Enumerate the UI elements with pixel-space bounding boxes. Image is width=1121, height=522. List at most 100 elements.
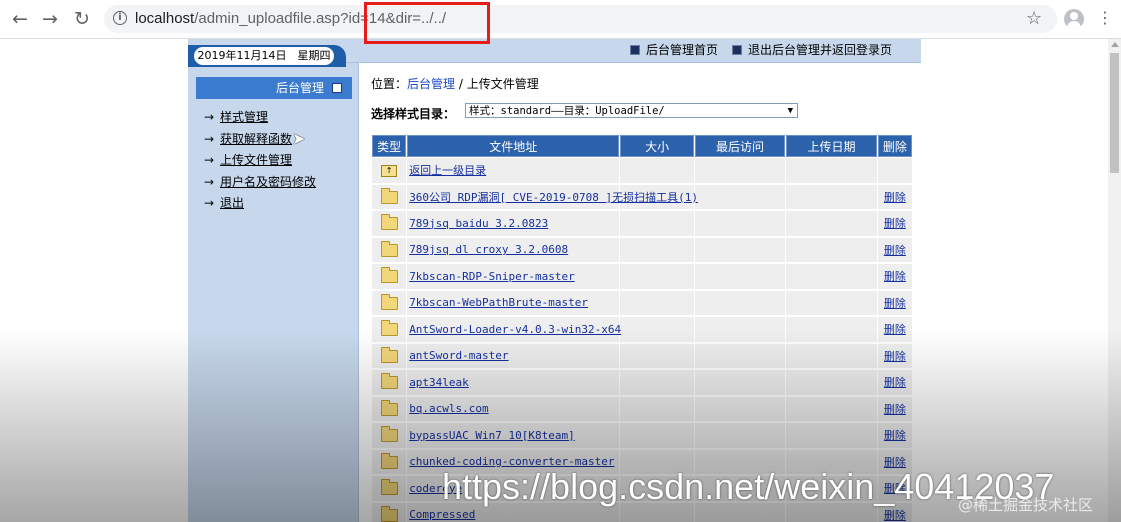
sidebar-header-label: 后台管理 [275,81,324,95]
info-icon[interactable]: i [113,11,127,25]
folder-icon [380,452,398,469]
delete-link[interactable]: 删除 [884,244,906,257]
delete-link[interactable]: 删除 [884,403,906,416]
delete-link[interactable]: 删除 [884,217,906,230]
page-scrollbar[interactable] [1108,39,1121,522]
folder-icon [380,426,398,442]
forward-icon[interactable]: → [38,7,62,31]
folder-icon [380,505,398,522]
breadcrumb: 位置：后台管理 / 上传文件管理 [371,75,539,92]
address-bar[interactable]: i localhost/admin_uploadfile.asp?id=14&d… [104,5,1057,33]
admin-frame: 2019年11月14日 星期四 后台管理首页 退出后台管理并返回登录页 后台管理… [188,39,921,522]
sidebar-menu: → 样式管理 → 获取解释函数 → 上传文件管理 → 用户名及密码修改 → 退出 [196,107,352,215]
watermark-secondary: @稀土掘金技术社区 [958,496,1094,514]
sidebar-item-label: 用户名及密码修改 [220,174,317,189]
col-header-type: 类型 [372,135,407,157]
admin-topbar: 2019年11月14日 星期四 后台管理首页 退出后台管理并返回登录页 [188,39,921,67]
table-row: 7kbscan-RDP-Sniper-master 删除 [372,264,912,290]
admin-home-link[interactable]: 后台管理首页 [630,42,718,58]
sidebar-item-style[interactable]: → 样式管理 [196,107,352,129]
file-table: 类型 文件地址 大小 最后访问 上传日期 删除 ↑ 返回上一级目录 360公司 … [371,134,913,522]
table-row: 789jsq dl croxy 3.2.0608 删除 [372,237,912,263]
arrow-icon: → [204,174,215,189]
bookmark-star-icon[interactable]: ☆ [1026,7,1042,31]
table-row: 360公司 RDP漏洞[ CVE-2019-0708 ]无损扫描工具(1) 删除 [372,184,912,210]
sidebar-item-label: 样式管理 [220,110,269,124]
sidebar: 后台管理 → 样式管理 → 获取解释函数 → 上传文件管理 → 用户名及密码修改 → 退出 [196,77,352,215]
profile-avatar-icon[interactable] [1064,9,1084,29]
date-tab: 2019年11月14日 星期四 [188,45,346,67]
col-header-accessed: 最后访问 [694,135,786,157]
folder-link[interactable]: 789jsq dl croxy 3.2.0608 [409,243,568,256]
sidebar-item-label: 退出 [220,196,245,210]
folder-icon [380,240,398,257]
scroll-thumb[interactable] [1110,53,1119,173]
sidebar-item-label: 获取解释函数 [220,131,293,146]
table-row-up: ↑ 返回上一级目录 [372,158,912,184]
sidebar-item-label: 上传文件管理 [220,153,293,167]
logout-label: 退出后台管理并返回登录页 [748,43,893,57]
style-label: 选择样式目录： [371,107,456,121]
breadcrumb-sep: / [455,77,467,91]
collapse-icon[interactable] [332,82,342,93]
sidebar-item-functions[interactable]: → 获取解释函数 [196,129,352,151]
folder-icon [380,214,398,230]
arrow-icon: → [204,131,215,146]
sidebar-header[interactable]: 后台管理 [196,77,352,99]
folder-link[interactable]: bypassUAC Win7 10[K8team] [409,429,575,442]
sidebar-item-upload[interactable]: → 上传文件管理 [196,150,352,172]
logout-link[interactable]: 退出后台管理并返回登录页 [732,42,892,58]
sidebar-item-logout[interactable]: → 退出 [196,193,352,215]
folder-link[interactable]: Compressed [409,508,475,521]
mouse-cursor-icon: ➤ [292,129,306,148]
style-selector-row: 选择样式目录： 样式：standard——目录：UploadFile/ ▼ [371,103,798,122]
folder-icon [380,267,398,283]
delete-link[interactable]: 删除 [884,323,906,336]
style-select-value: 样式：standard——目录：UploadFile/ [469,105,665,117]
url-host: localhost [135,10,195,27]
folder-icon [380,293,398,310]
square-bullet-icon [630,44,640,55]
breadcrumb-prefix: 位置： [371,77,408,91]
delete-link[interactable]: 删除 [884,297,906,310]
delete-link[interactable]: 删除 [884,376,906,389]
delete-link[interactable]: 删除 [884,191,906,204]
col-header-delete: 删除 [877,135,912,157]
date-text: 2019年11月14日 星期四 [194,47,334,65]
table-row: bq.acwls.com 删除 [372,396,912,422]
folder-icon [380,399,398,416]
folder-link[interactable]: 360公司 RDP漏洞[ CVE-2019-0708 ]无损扫描工具(1) [409,191,698,204]
folder-link[interactable]: bq.acwls.com [409,402,488,415]
dropdown-icon[interactable]: ▼ [788,104,793,119]
parent-dir-link[interactable]: 返回上一级目录 [409,164,486,177]
delete-link[interactable]: 删除 [884,509,906,522]
folder-icon [380,346,398,363]
folder-link[interactable]: antSword-master [409,349,508,362]
folder-icon [380,187,398,204]
folder-link[interactable]: 7kbscan-WebPathBrute-master [409,296,588,309]
folder-icon [380,320,398,336]
delete-link[interactable]: 删除 [884,270,906,283]
folder-link[interactable]: apt34leak [409,376,469,389]
browser-menu-icon[interactable]: ⋮ [1097,8,1113,28]
table-row: AntSword-Loader-v4.0.3-win32-x64 删除 [372,317,912,343]
table-row: bypassUAC Win7 10[K8team] 删除 [372,423,912,449]
browser-toolbar: ← → ↻ i localhost/admin_uploadfile.asp?i… [0,0,1121,39]
col-header-path: 文件地址 [407,135,620,157]
arrow-icon: → [204,153,215,167]
table-header-row: 类型 文件地址 大小 最后访问 上传日期 删除 [372,135,912,157]
style-select[interactable]: 样式：standard——目录：UploadFile/ ▼ [465,103,798,118]
back-icon[interactable]: ← [8,7,32,31]
reload-icon[interactable]: ↻ [70,7,94,31]
sidebar-item-password[interactable]: → 用户名及密码修改 [196,172,352,194]
breadcrumb-link[interactable]: 后台管理 [407,77,455,91]
table-row: apt34leak 删除 [372,370,912,396]
scroll-up-icon[interactable] [1111,42,1119,47]
delete-link[interactable]: 删除 [884,350,906,363]
main-panel: 位置：后台管理 / 上传文件管理 选择样式目录： 样式：standard——目录… [358,63,921,522]
folder-link[interactable]: 7kbscan-RDP-Sniper-master [409,270,575,283]
folder-link[interactable]: AntSword-Loader-v4.0.3-win32-x64 [409,323,621,336]
folder-icon [380,479,398,495]
folder-link[interactable]: 789jsq baidu 3.2.0823 [409,217,548,230]
delete-link[interactable]: 删除 [884,429,906,442]
